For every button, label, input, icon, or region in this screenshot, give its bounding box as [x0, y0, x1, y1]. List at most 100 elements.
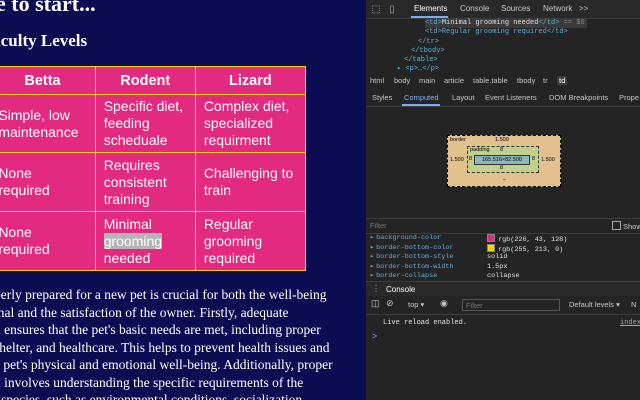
tab-properties[interactable]: Prope	[619, 93, 639, 102]
console-drawer-title[interactable]: Console	[386, 285, 415, 294]
dom-node[interactable]: </table>	[404, 56, 438, 65]
box-model-padding[interactable]: padding 8 8 8 8 165.516×82.500	[467, 146, 539, 173]
box-model-value: 8	[500, 147, 504, 153]
dom-node[interactable]: ▸ <p>…</p>	[397, 65, 439, 74]
box-model-value: 8	[500, 165, 504, 171]
log-levels-dropdown[interactable]: Default levels ▾	[569, 300, 620, 309]
section-heading: e to start...	[0, 0, 96, 16]
tab-layout[interactable]: Layout	[452, 93, 475, 102]
table-cell: Complex diet, specialized requirment	[194, 94, 307, 153]
breadcrumb-item[interactable]: body	[394, 76, 410, 85]
more-tabs-icon[interactable]: >>	[579, 4, 588, 13]
dom-node[interactable]: </tr>	[418, 38, 439, 47]
dom-text: Minimal grooming needed	[441, 19, 539, 27]
tab-console[interactable]: Console	[460, 4, 489, 13]
tab-network[interactable]: Network	[543, 4, 572, 13]
show-all-checkbox[interactable]: Show	[612, 221, 640, 231]
computed-property-row[interactable]: ▸ border-bottom-style solid	[370, 253, 507, 262]
devtools-tab-bar: ⬚ ▯ Elements Console Sources Network >>	[366, 0, 640, 18]
property-value: solid	[487, 253, 508, 261]
paragraph-line: e pet's physical and emotional well-bein…	[0, 357, 333, 372]
difficulty-heading: iculty Levels	[0, 31, 88, 50]
selected-table-cell[interactable]: Minimal grooming needed	[94, 211, 196, 271]
expand-arrow-icon[interactable]: ▸	[370, 272, 374, 280]
breadcrumb-item[interactable]: tbody	[517, 76, 535, 85]
breadcrumb-item[interactable]: html	[370, 76, 384, 85]
table-header-row: Betta Rodent Lizard	[0, 66, 307, 95]
box-model-value: 8	[532, 156, 536, 162]
box-model-value: 1.500	[450, 157, 464, 163]
breadcrumb-item[interactable]: article	[444, 76, 464, 85]
expand-arrow-icon[interactable]: ▸	[370, 253, 374, 261]
table-cell: None required	[0, 152, 96, 212]
paragraph-line: perly prepared for a new pet is crucial …	[0, 287, 327, 302]
divider	[366, 314, 640, 315]
dom-tree: <td>Minimal grooming needed</td> == $0 <…	[366, 18, 640, 74]
tab-styles[interactable]: Styles	[372, 93, 392, 102]
checkbox-box	[612, 221, 621, 230]
breadcrumb-item-selected[interactable]: td	[557, 76, 568, 85]
pet-comparison-table: Betta Rodent Lizard Simple, low maintena…	[0, 66, 307, 271]
table-cell: Regular grooming required	[194, 211, 307, 271]
table-row: None required Requires consistent traini…	[0, 152, 307, 212]
computed-filter	[368, 220, 608, 232]
dom-node[interactable]: </tbody>	[411, 47, 445, 56]
property-value: rgb(255, 213, 0)	[498, 245, 564, 254]
paragraph-line: t species, such as environmental conditi…	[0, 392, 303, 400]
property-value: 1.5px	[487, 262, 508, 271]
tab-computed[interactable]: Computed	[404, 93, 439, 102]
expand-arrow-icon[interactable]: ▸	[370, 244, 374, 252]
device-toolbar-icon[interactable]: ▯	[386, 3, 398, 15]
tab-sources[interactable]: Sources	[501, 4, 530, 13]
tab-event-listeners[interactable]: Event Listeners	[485, 93, 537, 102]
property-name: border-collapse	[376, 272, 438, 280]
inspect-element-icon[interactable]: ⬚	[370, 3, 382, 15]
drawer-menu-icon[interactable]: ⋮	[372, 284, 380, 293]
web-page-viewport: e to start... iculty Levels Betta Rodent…	[0, 0, 366, 400]
body-paragraph: perly prepared for a new pet is crucial …	[0, 286, 360, 400]
console-message: Live reload enabled.	[383, 319, 468, 327]
expand-arrow-icon[interactable]: ▸	[370, 234, 374, 242]
clear-console-icon[interactable]: ⊘	[386, 298, 394, 309]
property-name: border-bottom-color	[376, 243, 454, 252]
console-toolbar: ◫ ⊘ top ▾ ◉ Default levels ▾ N	[366, 296, 640, 314]
breadcrumb-item[interactable]: tr	[543, 76, 548, 85]
tab-dom-breakpoints[interactable]: DOM Breakpoints	[549, 93, 608, 102]
expand-arrow-icon[interactable]: ▸	[370, 263, 374, 271]
box-model-border[interactable]: border 1.500 1.500 1.500 – padding 8 8 8…	[447, 135, 561, 187]
table-cell: Simple, low maintenance	[0, 94, 96, 153]
color-swatch[interactable]	[487, 243, 495, 252]
eye-icon[interactable]: ◉	[440, 298, 448, 309]
computed-filter-input[interactable]	[368, 220, 608, 231]
console-filter-input[interactable]	[462, 299, 560, 311]
dom-node-selected[interactable]: <td>Minimal grooming needed</td> == $0	[425, 19, 587, 29]
box-model-value: 1.500	[541, 157, 555, 163]
console-prompt-icon[interactable]: >	[372, 331, 377, 341]
computed-property-row[interactable]: ▸ border-bottom-color rgb(255, 213, 0)	[370, 243, 563, 254]
table-cell: Challenging to train	[194, 152, 307, 212]
computed-property-row[interactable]: ▸ border-collapse collapse	[370, 272, 520, 281]
table-row: ng None required Minimal grooming needed…	[0, 211, 307, 271]
dom-node[interactable]: <td>Regular grooming required</td>	[425, 28, 568, 37]
computed-property-row[interactable]: ▸ background-color rgb(226, 43, 128)	[370, 234, 567, 244]
context-selector[interactable]: top ▾	[408, 300, 424, 309]
table-header-cell: Betta	[0, 66, 96, 95]
tab-elements[interactable]: Elements	[414, 4, 447, 13]
sidebar-toggle-icon[interactable]: ◫	[371, 298, 380, 309]
property-name: border-bottom-width	[376, 262, 454, 271]
property-name: border-bottom-style	[376, 253, 454, 261]
computed-property-row[interactable]: ▸ border-bottom-width 1.5px	[370, 262, 507, 272]
divider	[366, 106, 640, 107]
breadcrumb-item[interactable]: main	[419, 76, 435, 85]
box-model-content[interactable]: 165.516×82.500	[474, 155, 530, 165]
show-all-label: Show	[623, 222, 640, 231]
paragraph-line: mal and the satisfaction of the owner. F…	[0, 304, 289, 320]
table-cell: None required	[0, 211, 96, 271]
table-header-cell: Lizard	[194, 66, 307, 95]
breadcrumb-item[interactable]: table.table	[473, 76, 508, 85]
color-swatch[interactable]	[487, 234, 495, 242]
highlighted-cell-text: Minimal grooming needed	[103, 215, 163, 266]
table-row: Simple, low maintenance Specific diet, f…	[0, 94, 307, 153]
issues-counter[interactable]: N	[631, 300, 636, 309]
console-source-link[interactable]: index	[620, 319, 640, 327]
